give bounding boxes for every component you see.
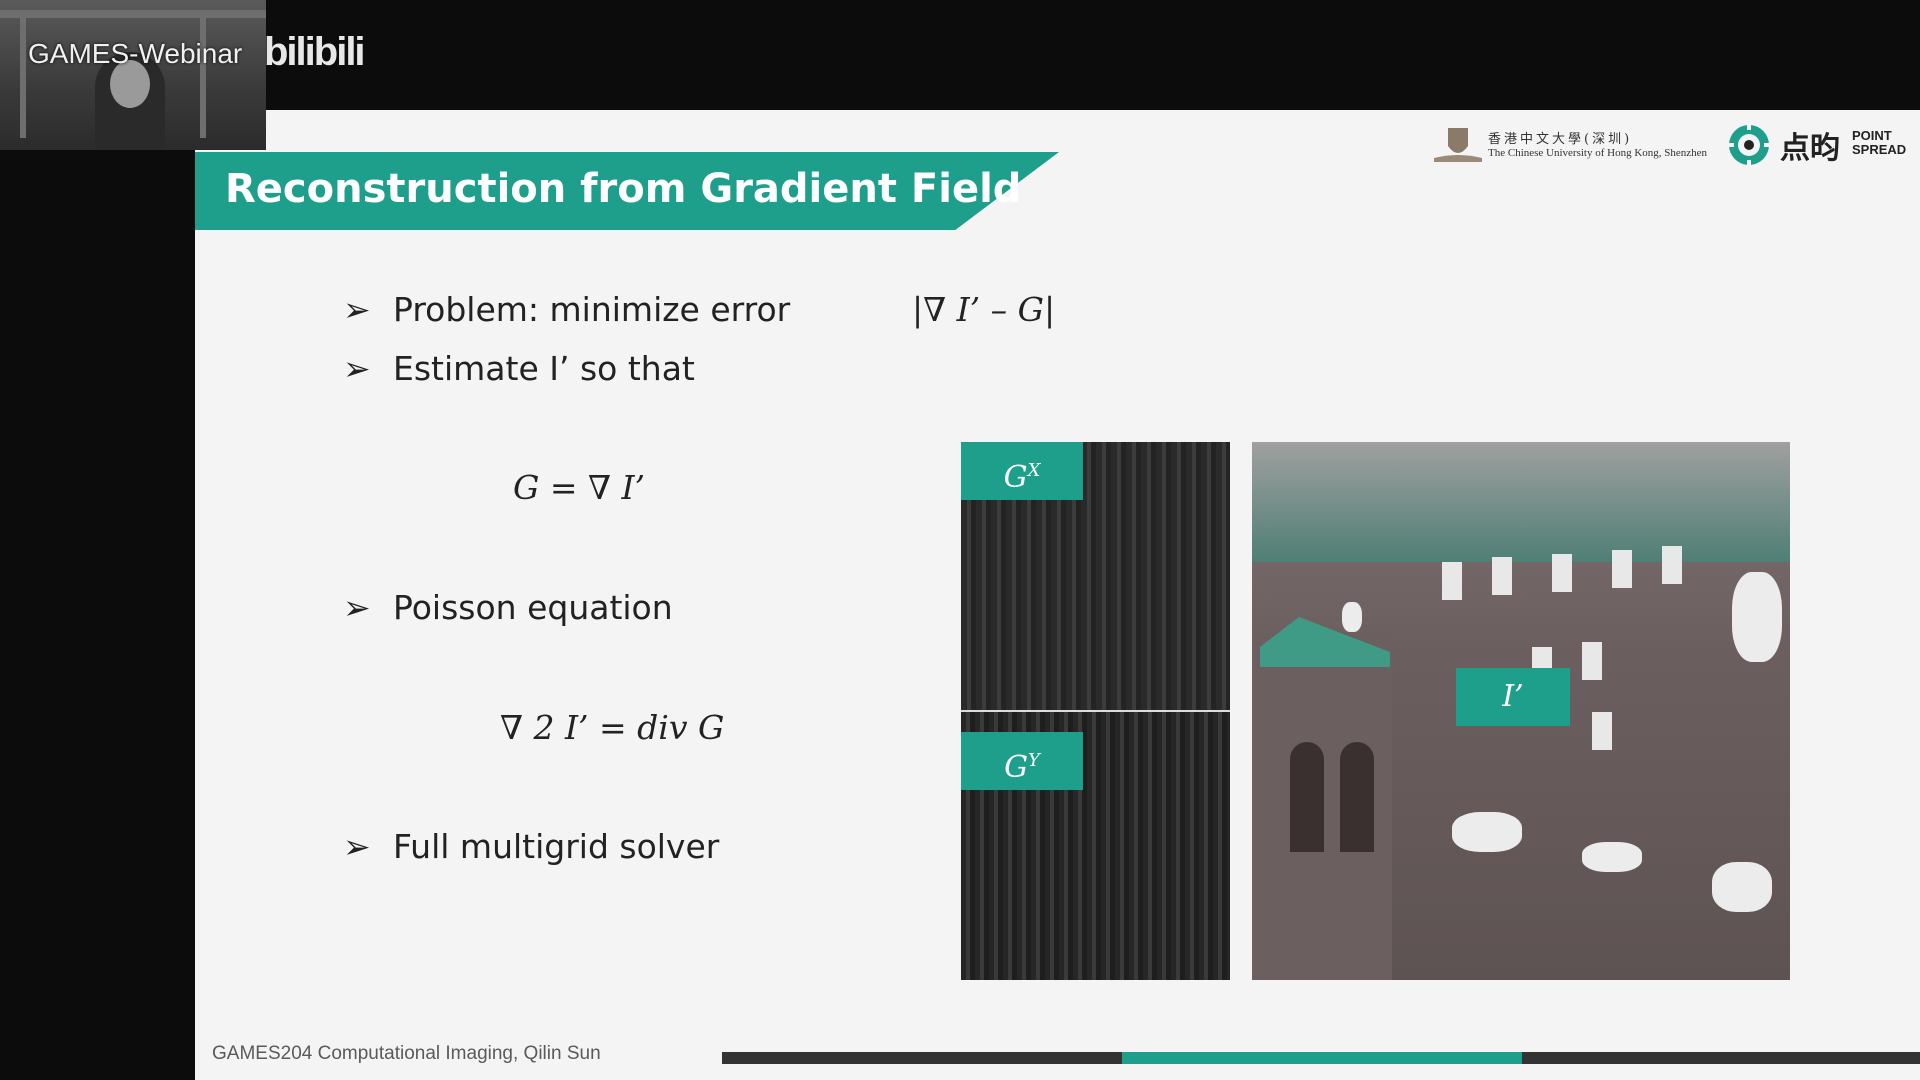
pointspread-logo-icon (1726, 122, 1772, 168)
window (1492, 557, 1512, 595)
gx-label: GX (961, 442, 1083, 500)
tree-highlight (1452, 812, 1522, 852)
bullet-text: Estimate I’ so that (393, 349, 695, 388)
bullet-problem: ➢ Problem: minimize error (343, 290, 790, 329)
pointspread-english-line1: POINT (1852, 128, 1892, 143)
gy-label-text: G (1004, 750, 1029, 785)
pointspread-chinese-name: 点昀 (1780, 131, 1840, 166)
tree-highlight (1582, 842, 1642, 872)
equation-poisson: ∇ 2 I’ = div G (500, 708, 725, 747)
progress-segment-2 (1122, 1052, 1522, 1064)
tree-highlight (1732, 572, 1782, 662)
bullet-text: Poisson equation (393, 588, 673, 627)
bullet-text: Problem: minimize error (393, 290, 791, 329)
webcam-video (0, 0, 266, 150)
bullet-estimate: ➢ Estimate I’ so that (343, 349, 695, 388)
window (1582, 642, 1602, 680)
games-webinar-watermark: GAMES-Webinar (28, 38, 243, 69)
building-roof (1252, 442, 1790, 562)
gy-label-sup: Y (1028, 750, 1040, 771)
cuhk-english-name: The Chinese University of Hong Kong, She… (1488, 147, 1708, 159)
bullet-arrow-icon: ➢ (343, 349, 371, 388)
progress-segment-1 (722, 1052, 1122, 1064)
gy-label: GY (961, 732, 1083, 790)
webcam-shelf (20, 18, 26, 138)
bullet-arrow-icon: ➢ (343, 827, 371, 866)
bullet-text: Full multigrid solver (393, 827, 720, 866)
cuhk-crest-icon (1434, 128, 1482, 162)
webcam-shelf (0, 10, 266, 18)
window (1552, 554, 1572, 592)
equation-gradient: G = ∇ I’ (513, 468, 646, 507)
window (1612, 550, 1632, 588)
pointspread-english-line2: SPREAD (1852, 142, 1907, 157)
equation-error: |∇ I’ – G| (912, 290, 1056, 329)
bullet-arrow-icon: ➢ (343, 588, 371, 627)
gx-label-text: G (1003, 460, 1028, 495)
gx-label-sup: X (1027, 460, 1041, 481)
iprime-label: I’ (1456, 668, 1570, 726)
bullet-poisson: ➢ Poisson equation (343, 588, 673, 627)
bullet-multigrid: ➢ Full multigrid solver (343, 827, 719, 866)
left-black-bar (0, 110, 195, 1080)
tree-highlight (1712, 862, 1772, 912)
window (1592, 712, 1612, 750)
slide-title: Reconstruction from Gradient Field (225, 166, 1022, 212)
cuhk-chinese-name: 香港中文大學(深圳) (1488, 132, 1633, 147)
window (1662, 546, 1682, 584)
progress-segment-3 (1522, 1052, 1920, 1064)
webcam-shelf (200, 18, 206, 138)
tree-highlight (1342, 602, 1362, 632)
slide-footer: GAMES204 Computational Imaging, Qilin Su… (212, 1043, 601, 1064)
arched-window (1290, 742, 1324, 852)
arched-window (1340, 742, 1374, 852)
window (1442, 562, 1462, 600)
bullet-arrow-icon: ➢ (343, 290, 371, 329)
bilibili-logo: bilibili (264, 30, 366, 74)
